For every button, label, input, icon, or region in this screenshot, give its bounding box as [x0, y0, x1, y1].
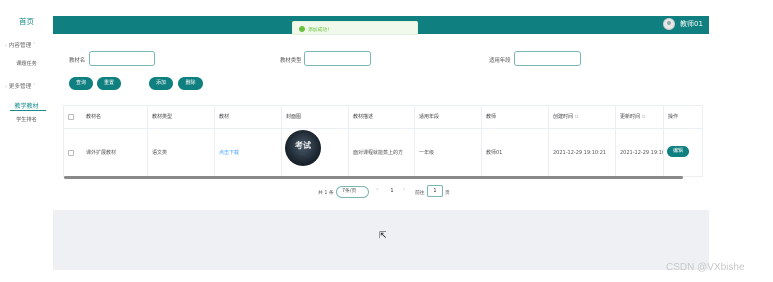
column-header-name: 教材名	[82, 106, 148, 128]
page-size-select[interactable]: 7条/页	[336, 186, 369, 198]
sidebar-item-teaching-materials[interactable]: 教学教材	[0, 101, 53, 110]
cell-description: 面对课程就能蒸上的方	[349, 129, 415, 177]
toast-message: 添加成功！	[308, 27, 332, 33]
column-header-actions: 操作	[668, 114, 679, 120]
horizontal-scrollbar[interactable]	[64, 176, 683, 179]
grade-input[interactable]	[514, 51, 581, 66]
column-header-grade: 适用年段	[415, 106, 482, 128]
edit-button[interactable]: 编辑	[667, 146, 689, 157]
avatar-icon[interactable]	[663, 18, 675, 30]
column-header-cover: 封面图	[282, 106, 349, 128]
chevron-up-icon: ˆ	[32, 43, 36, 49]
cell-grade: 一年级	[415, 129, 482, 177]
sort-icon[interactable]: ⇅	[642, 115, 646, 120]
caret-icon: ›	[5, 43, 7, 49]
goto-suffix: 页	[445, 191, 450, 196]
sidebar-active-indicator	[10, 110, 46, 111]
user-name[interactable]: 教师01	[680, 19, 703, 29]
column-header-created[interactable]: 创建时间 ⇅	[549, 106, 616, 128]
material-name-input[interactable]	[89, 51, 155, 66]
download-link[interactable]: 点击下载	[215, 129, 282, 177]
cell-teacher: 教师01	[482, 129, 549, 177]
cell-updated: 2021-12-29 19:10:21	[616, 129, 664, 177]
query-button[interactable]: 查询	[69, 77, 93, 90]
pagination-total: 共 1 条	[318, 191, 334, 196]
sidebar-group-label: 内容管理	[8, 43, 32, 49]
cell-name: 课外扩展教材	[82, 129, 148, 177]
cell-type: 语文类	[148, 129, 215, 177]
sidebar-group-content[interactable]: › 内容管理 ˆ	[0, 41, 53, 49]
cover-image[interactable]: 考试 · · ·	[285, 130, 321, 166]
prev-page-icon[interactable]: ‹	[376, 186, 378, 193]
column-header-created-label: 创建时间	[553, 114, 574, 120]
success-icon	[299, 25, 305, 32]
column-header-file: 教材	[215, 106, 282, 128]
materials-table: 教材名 教材类型 教材 封面图 教材描述 适用年段 教师 创建时间 ⇅ 更新时间…	[63, 105, 703, 177]
goto-prefix: 前往	[415, 191, 425, 196]
page-number-current[interactable]: 1	[386, 186, 398, 197]
grade-label: 适用年段	[489, 58, 511, 64]
next-page-icon[interactable]: ›	[403, 186, 405, 193]
cover-image-title: 考试	[295, 140, 311, 150]
sidebar-item-topic-tasks[interactable]: 课题任务	[0, 60, 53, 67]
chevron-up-icon: ˆ	[32, 84, 36, 90]
sidebar-group-label: 更多管理	[8, 84, 32, 90]
sort-icon[interactable]: ⇅	[575, 115, 579, 120]
column-header-type: 教材类型	[148, 106, 215, 128]
material-type-label: 教材类型	[280, 58, 302, 64]
mouse-cursor-icon: ⇱	[379, 231, 387, 241]
column-header-updated-label: 更新时间	[620, 114, 641, 120]
cell-created: 2021-12-29 19:10:21	[549, 129, 616, 177]
cover-image-subtitle: · · ·	[301, 153, 305, 156]
reset-button[interactable]: 重置	[97, 77, 121, 90]
caret-icon: ›	[5, 84, 7, 90]
material-name-label: 教材名	[69, 58, 86, 64]
sidebar: 首页 › 内容管理 ˆ 课题任务 › 更多管理 ˆ 教学教材 学生排名	[0, 0, 53, 282]
select-all-checkbox[interactable]	[68, 114, 74, 120]
delete-button[interactable]: 删除	[178, 77, 203, 90]
sidebar-item-student-ranking[interactable]: 学生排名	[0, 116, 53, 123]
goto-page-input[interactable]: 1	[427, 185, 443, 197]
watermark: CSDN @VXbishe	[666, 262, 745, 273]
sidebar-item-home[interactable]: 首页	[0, 16, 53, 27]
column-header-description: 教材描述	[349, 106, 415, 128]
column-header-teacher: 教师	[482, 106, 549, 128]
column-header-updated[interactable]: 更新时间 ⇅	[616, 106, 664, 128]
row-checkbox[interactable]	[68, 150, 74, 156]
material-type-input[interactable]	[304, 51, 371, 66]
sidebar-group-more[interactable]: › 更多管理 ˆ	[0, 82, 53, 90]
add-button[interactable]: 添加	[149, 77, 173, 90]
success-toast: 添加成功！	[292, 21, 418, 35]
